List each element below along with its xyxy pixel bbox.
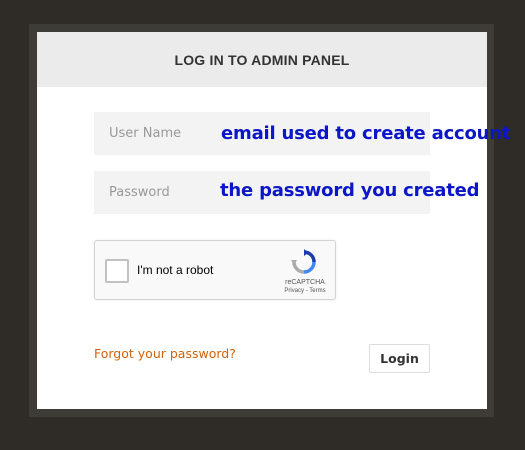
recaptcha-logo-icon [291, 249, 316, 274]
panel-title: LOG IN TO ADMIN PANEL [37, 32, 487, 87]
login-button[interactable]: Login [369, 344, 430, 373]
password-placeholder: Password [109, 185, 170, 200]
username-annotation: email used to create account [221, 123, 511, 144]
recaptcha-checkbox[interactable] [105, 259, 129, 283]
recaptcha-widget: I'm not a robot reCAPTCHA Privacy - Term… [94, 240, 336, 300]
login-panel: LOG IN TO ADMIN PANEL User Name email us… [37, 32, 511, 409]
recaptcha-brand: reCAPTCHA [285, 279, 325, 286]
recaptcha-label: I'm not a robot [137, 263, 214, 277]
password-annotation: the password you created [220, 180, 480, 201]
forgot-password-link[interactable]: Forgot your password? [94, 346, 236, 361]
recaptcha-terms-link[interactable]: Privacy - Terms [277, 288, 333, 294]
username-placeholder: User Name [109, 126, 182, 141]
